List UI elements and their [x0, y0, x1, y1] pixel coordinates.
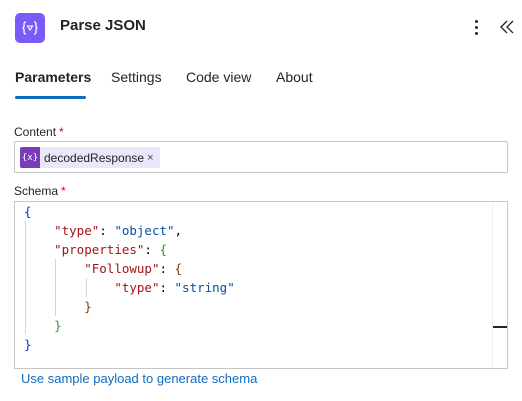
code-line: "type": "string": [114, 280, 235, 295]
content-label-text: Content: [14, 125, 57, 139]
remove-token-icon[interactable]: ×: [147, 152, 153, 164]
tab-parameters[interactable]: Parameters: [15, 69, 91, 85]
action-title: Parse JSON: [60, 17, 146, 34]
dynamic-content-token[interactable]: {x} decodedResponse ×: [20, 147, 160, 168]
generate-schema-link[interactable]: Use sample payload to generate schema: [21, 371, 257, 386]
required-mark: *: [61, 184, 66, 198]
braces-variable-icon: [15, 13, 45, 43]
code-line: "Followup": {: [84, 261, 183, 276]
tab-code-view[interactable]: Code view: [186, 69, 251, 85]
schema-label: Schema *: [14, 184, 66, 198]
code-line: }: [54, 318, 62, 333]
collapse-panel-button[interactable]: [496, 15, 518, 39]
code-line: }: [24, 337, 32, 352]
code-line: "properties": {: [54, 242, 168, 257]
editor-scrollbar[interactable]: [492, 202, 507, 368]
tab-bar: Parameters Settings Code view About: [0, 66, 522, 102]
schema-label-text: Schema: [14, 184, 59, 198]
more-options-button[interactable]: [466, 15, 486, 39]
code-line: {: [24, 204, 32, 219]
content-label: Content *: [14, 125, 64, 139]
token-label: decodedResponse: [44, 150, 145, 165]
variable-icon: {x}: [20, 147, 40, 168]
action-header: Parse JSON: [0, 0, 522, 56]
more-dot-icon: [474, 25, 478, 29]
more-dot-icon: [474, 31, 478, 35]
tab-about[interactable]: About: [276, 69, 313, 85]
content-input[interactable]: {x} decodedResponse ×: [14, 141, 508, 173]
schema-code[interactable]: { "type": "object", "properties": { "Fol…: [15, 202, 507, 368]
active-tab-indicator: [15, 96, 86, 99]
code-line: }: [84, 299, 92, 314]
required-mark: *: [59, 125, 64, 139]
schema-editor[interactable]: { "type": "object", "properties": { "Fol…: [14, 201, 508, 369]
double-chevron-left-icon: [500, 20, 514, 34]
more-dot-icon: [474, 19, 478, 23]
tab-settings[interactable]: Settings: [111, 69, 162, 85]
code-line: "type": "object",: [54, 223, 183, 238]
scrollbar-cursor-marker: [493, 326, 507, 328]
